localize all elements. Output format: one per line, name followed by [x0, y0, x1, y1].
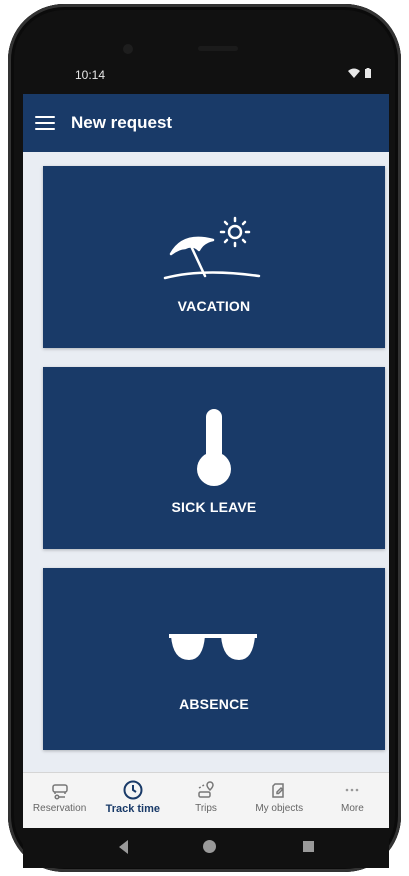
car-key-icon — [51, 784, 68, 800]
vacation-label: VACATION — [177, 298, 251, 314]
battery-icon — [365, 68, 371, 78]
system-navigation-bar — [23, 828, 389, 868]
screen: 10:14 New request VACATION SICK LEAVE AB… — [23, 60, 389, 828]
nav-label-trips: Trips — [195, 803, 217, 814]
nav-item-reservation[interactable]: Reservation — [23, 773, 96, 828]
recent-apps-button[interactable] — [303, 841, 314, 852]
absence-label: ABSENCE — [179, 696, 249, 712]
front-camera — [123, 44, 133, 54]
sick-leave-label: SICK LEAVE — [171, 499, 257, 515]
thermometer-icon — [197, 409, 231, 486]
status-time: 10:14 — [75, 68, 106, 82]
nav-item-trips[interactable]: Trips — [169, 773, 242, 828]
nav-label-reservation: Reservation — [32, 803, 87, 814]
back-button[interactable] — [119, 840, 128, 854]
hamburger-menu-icon[interactable] — [35, 116, 55, 130]
nav-label-my-objects: My objects — [255, 803, 304, 814]
car-route-icon — [198, 781, 214, 798]
wifi-icon — [347, 68, 360, 78]
sick-leave-tile[interactable]: SICK LEAVE — [43, 367, 385, 549]
nav-item-my-objects[interactable]: My objects — [243, 773, 316, 828]
nav-item-more[interactable]: More — [316, 773, 389, 828]
status-icons — [347, 68, 371, 81]
earpiece-speaker — [198, 46, 238, 51]
nav-item-track-time[interactable]: Track time — [96, 773, 169, 828]
sunglasses-icon — [169, 634, 257, 660]
edit-document-icon — [272, 783, 284, 798]
status-bar: 10:14 — [23, 60, 389, 94]
vacation-tile[interactable]: VACATION — [43, 166, 385, 348]
nav-label-track-time: Track time — [105, 803, 161, 815]
home-button[interactable] — [203, 840, 216, 853]
nav-label-more: More — [341, 803, 364, 814]
clock-icon — [123, 780, 143, 800]
page-title: New request — [71, 113, 173, 132]
request-type-list: VACATION SICK LEAVE ABSENCE — [23, 152, 389, 772]
bottom-navigation: Reservation Track time Trips My objects … — [23, 772, 389, 828]
ellipsis-icon — [346, 788, 359, 792]
beach-umbrella-sun-icon — [163, 216, 261, 280]
absence-tile[interactable]: ABSENCE — [43, 568, 385, 750]
app-bar: New request — [23, 94, 389, 152]
